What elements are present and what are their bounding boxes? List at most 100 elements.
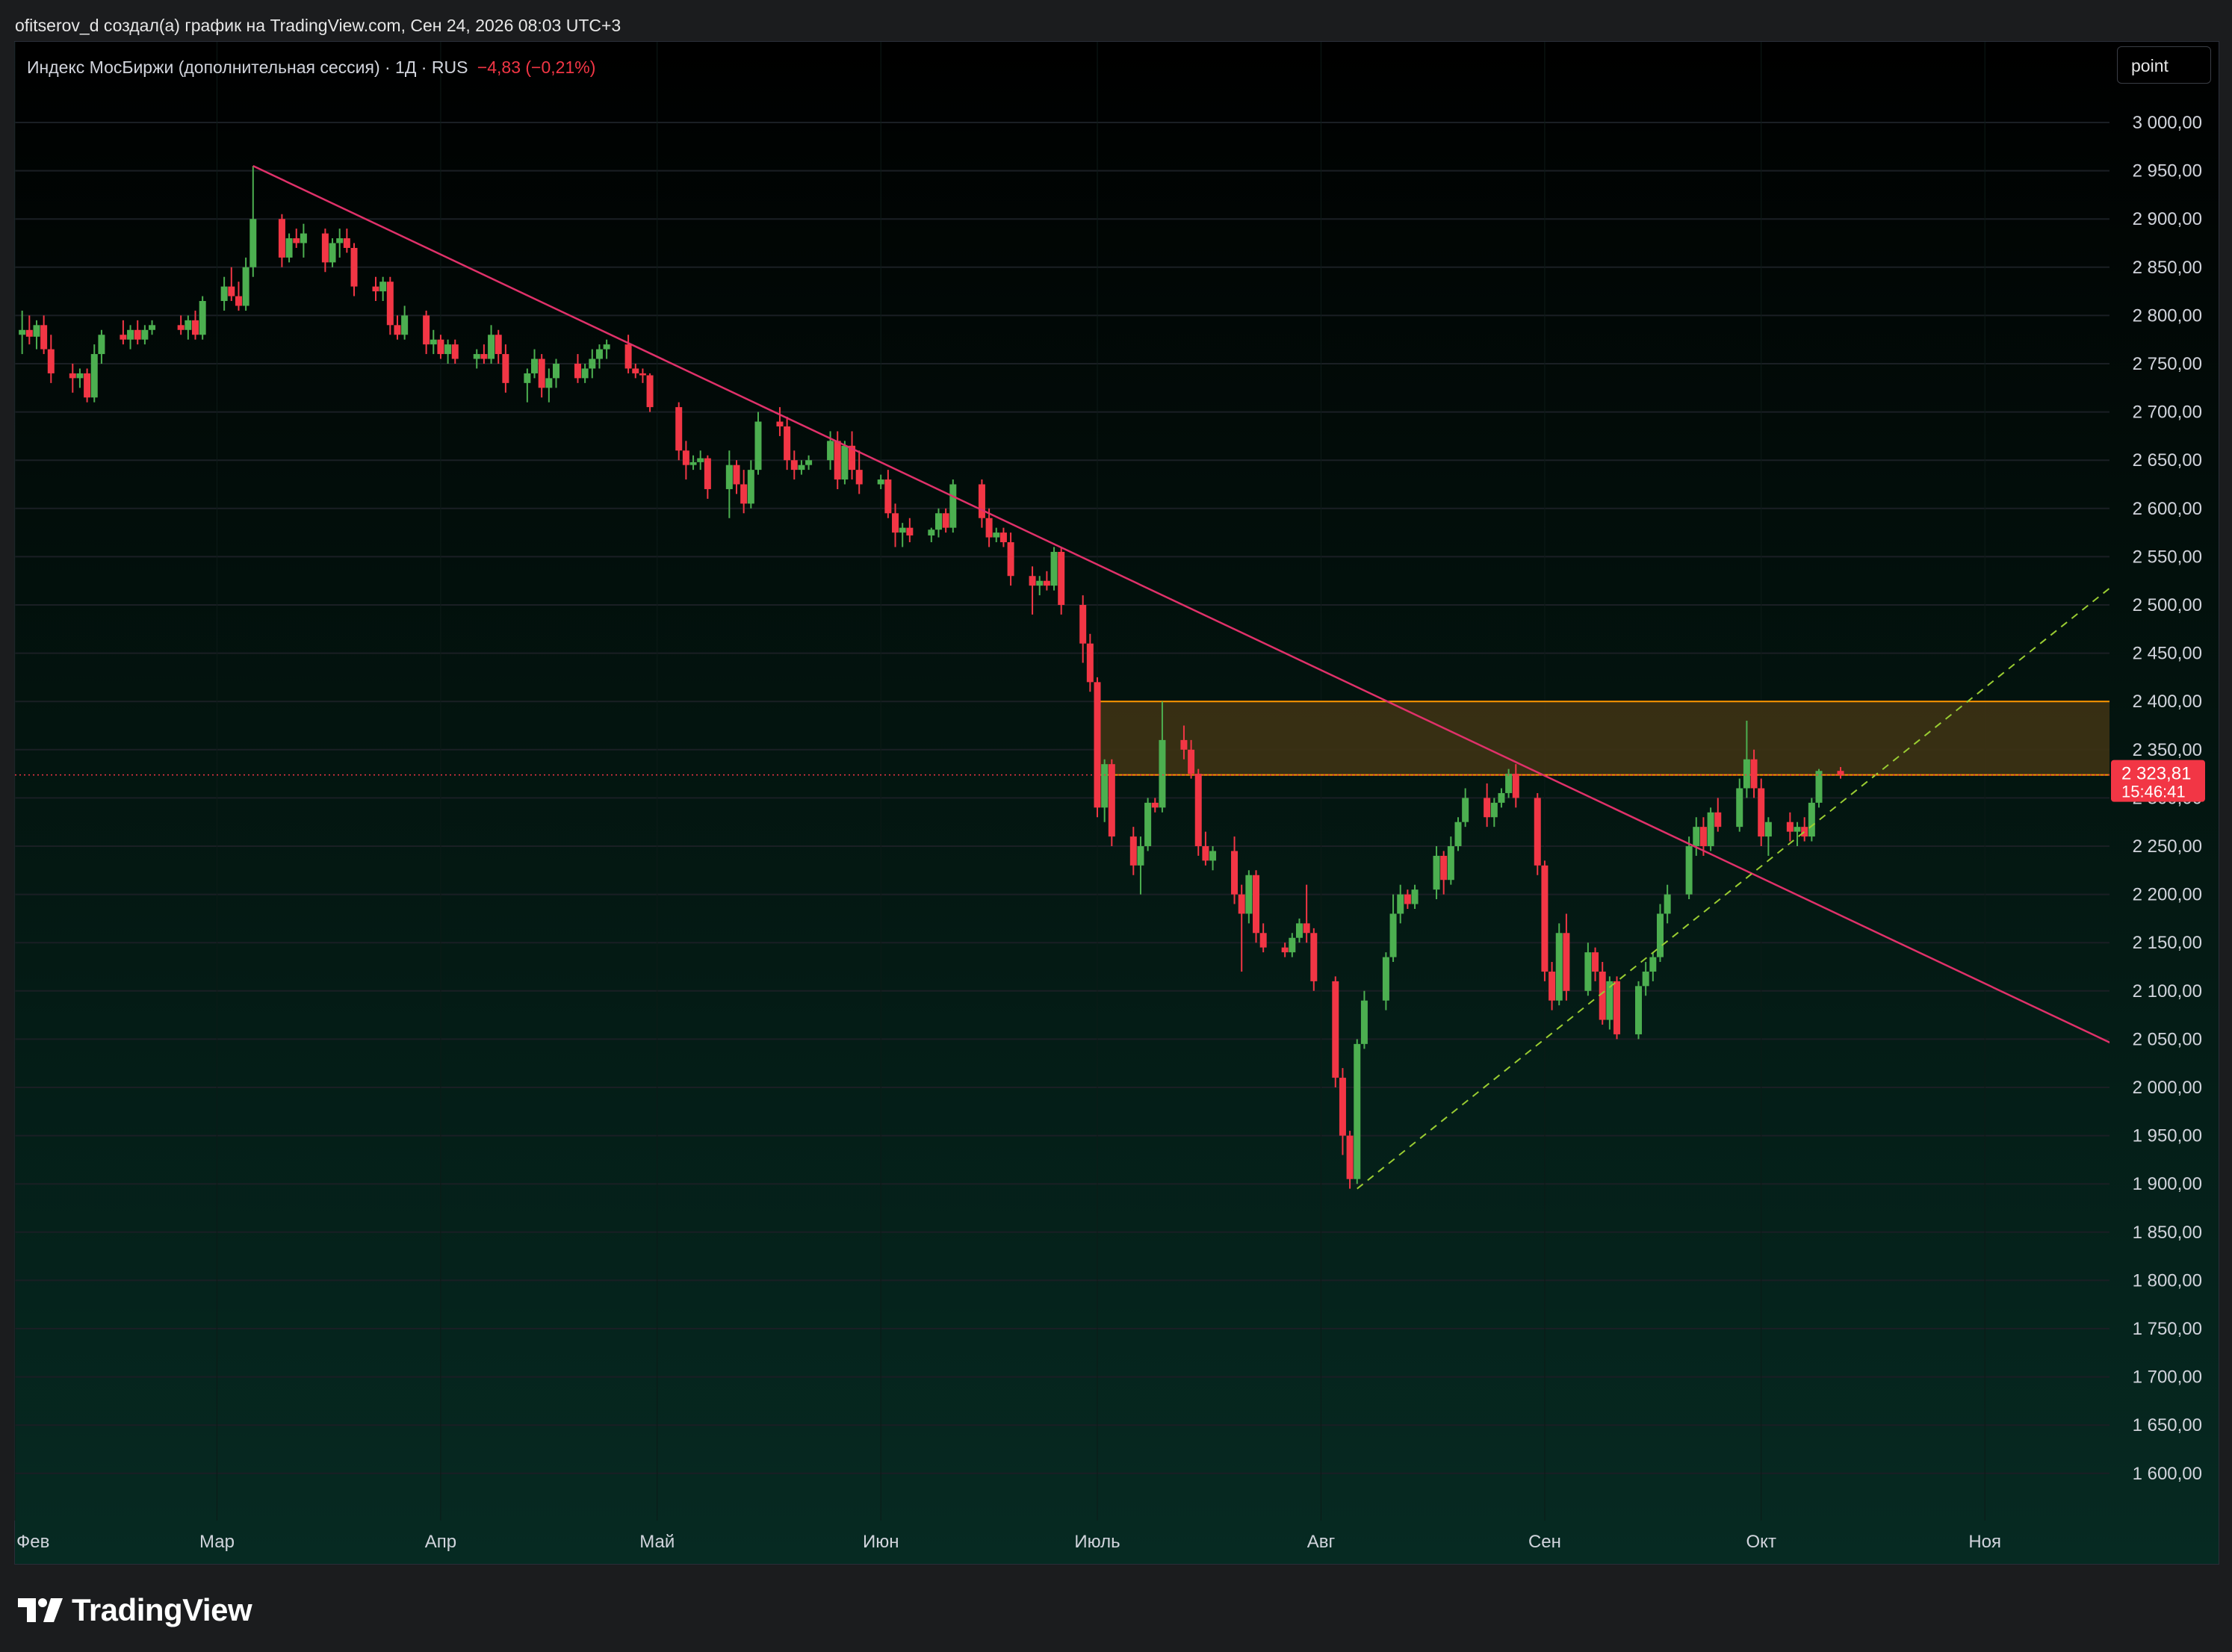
candle bbox=[1194, 768, 1202, 856]
price-tick: 1 600,00 bbox=[2133, 1464, 2202, 1484]
candle-body bbox=[581, 368, 589, 379]
candle-body bbox=[127, 329, 134, 340]
time-tick: Фев bbox=[16, 1532, 49, 1552]
candle bbox=[293, 229, 300, 248]
candle-body bbox=[1346, 1135, 1354, 1179]
candle bbox=[76, 368, 84, 388]
tradingview-logo[interactable]: TradingView bbox=[16, 1589, 252, 1631]
candle-body bbox=[1339, 1078, 1346, 1136]
candle-body bbox=[141, 329, 149, 340]
candle-body bbox=[69, 373, 76, 379]
candle bbox=[639, 368, 646, 383]
candlestick-chart[interactable]: 3 000,00 2 950,00 2 900,00 2 850,00 2 800,00… bbox=[0, 0, 2232, 1652]
candle bbox=[1411, 884, 1419, 909]
candle bbox=[1295, 918, 1303, 943]
candle-body bbox=[1101, 764, 1109, 808]
candle bbox=[47, 335, 55, 383]
candle bbox=[33, 320, 40, 350]
candle bbox=[1101, 759, 1109, 822]
symbol-legend[interactable]: Индекс МосБиржи (дополнительная сессия) … bbox=[27, 54, 595, 81]
candle-body bbox=[1512, 774, 1519, 798]
candle-body bbox=[1534, 798, 1541, 866]
candle-body bbox=[177, 325, 185, 330]
candle bbox=[437, 335, 444, 359]
candle-body bbox=[1360, 1000, 1368, 1044]
candle-body bbox=[1490, 802, 1498, 818]
candle-body bbox=[531, 358, 539, 373]
candle-body bbox=[1613, 981, 1621, 1034]
candle-body bbox=[1050, 551, 1058, 586]
candle-body bbox=[192, 320, 199, 335]
candle bbox=[632, 364, 639, 379]
candle-body bbox=[1541, 865, 1549, 972]
candle bbox=[805, 455, 813, 471]
candle bbox=[1043, 571, 1050, 591]
candle bbox=[488, 325, 495, 364]
time-tick: Июль bbox=[1074, 1532, 1120, 1552]
candle-body bbox=[538, 358, 545, 388]
candle bbox=[199, 296, 206, 340]
candle-body bbox=[90, 354, 98, 398]
candle-body bbox=[1058, 551, 1065, 605]
candle-body bbox=[199, 301, 206, 335]
candle-body bbox=[1389, 913, 1397, 957]
candle-body bbox=[790, 460, 798, 471]
candle-body bbox=[120, 335, 127, 340]
candle-body bbox=[1549, 971, 1556, 1001]
candle-body bbox=[624, 344, 632, 369]
candle-body bbox=[1159, 739, 1166, 808]
price-tick: 3 000,00 bbox=[2133, 113, 2202, 133]
candle-body bbox=[401, 315, 409, 335]
candle-body bbox=[1144, 802, 1152, 846]
price-tick: 2 250,00 bbox=[2133, 836, 2202, 857]
candle-body bbox=[372, 286, 379, 292]
candle bbox=[502, 344, 509, 393]
candle bbox=[1209, 846, 1217, 871]
candle bbox=[430, 329, 437, 355]
candle bbox=[524, 368, 531, 403]
candle-body bbox=[1354, 1043, 1361, 1179]
candle-body bbox=[300, 233, 307, 243]
candle-body bbox=[1758, 788, 1765, 837]
price-tick: 2 800,00 bbox=[2133, 305, 2202, 326]
candle bbox=[1707, 807, 1714, 851]
resistance-zone bbox=[1097, 701, 2109, 775]
candle bbox=[1549, 962, 1556, 1010]
candle-body bbox=[379, 282, 387, 292]
candle bbox=[849, 431, 856, 480]
candle-body bbox=[682, 450, 689, 465]
candle bbox=[1144, 798, 1152, 851]
candle-body bbox=[228, 286, 235, 296]
candle-body bbox=[488, 335, 495, 359]
candle-body bbox=[1462, 798, 1469, 822]
time-tick: Мар bbox=[199, 1532, 235, 1552]
candle-body bbox=[1656, 913, 1664, 957]
candle-body bbox=[776, 421, 784, 426]
candle-body bbox=[1411, 889, 1419, 904]
price-tick: 2 750,00 bbox=[2133, 354, 2202, 374]
candle bbox=[228, 267, 235, 302]
candle-body bbox=[1180, 739, 1188, 750]
candle-body bbox=[1440, 855, 1448, 881]
candle bbox=[906, 518, 914, 543]
candle-body bbox=[249, 219, 257, 267]
candle-body bbox=[19, 329, 26, 335]
candle-body bbox=[40, 325, 48, 350]
candle-body bbox=[1029, 576, 1036, 586]
candle bbox=[25, 315, 33, 345]
candle bbox=[1563, 913, 1570, 1001]
point-button[interactable]: point bbox=[2117, 46, 2211, 84]
candle bbox=[1534, 792, 1541, 875]
candle bbox=[733, 460, 740, 494]
price-tick: 2 900,00 bbox=[2133, 209, 2202, 229]
candle bbox=[285, 233, 293, 263]
candle-body bbox=[1245, 875, 1253, 914]
candle-body bbox=[999, 532, 1007, 543]
candle bbox=[1498, 788, 1505, 808]
candle bbox=[379, 276, 387, 302]
candle-body bbox=[545, 378, 553, 388]
candle bbox=[278, 214, 285, 267]
candle bbox=[329, 238, 336, 267]
candle bbox=[120, 320, 127, 345]
candle-body bbox=[423, 315, 430, 345]
